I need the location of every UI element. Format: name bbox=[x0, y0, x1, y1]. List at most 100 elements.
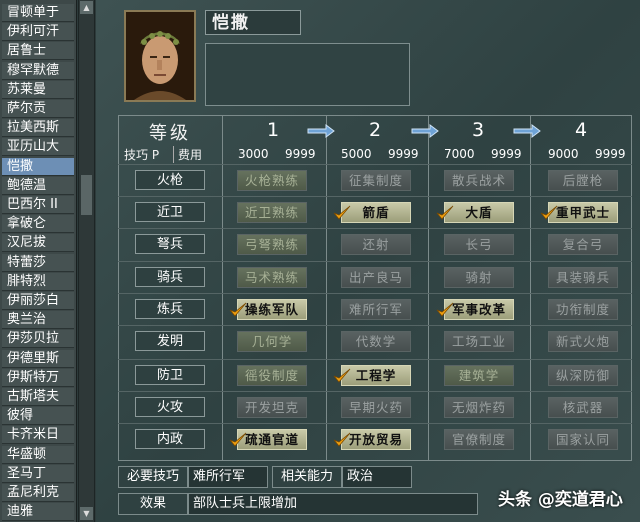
leader-list-item[interactable]: 特蕾莎 bbox=[2, 253, 74, 272]
cost-skill-4: 9000 bbox=[548, 147, 579, 161]
tech-button[interactable]: 火枪熟练 bbox=[237, 170, 307, 191]
leader-list-item[interactable]: 伊利可汗 bbox=[2, 23, 74, 42]
header-divider bbox=[118, 164, 632, 165]
row-divider bbox=[118, 293, 632, 294]
tech-button[interactable]: 难所行军 bbox=[341, 299, 411, 320]
tech-button[interactable]: 官僚制度 bbox=[444, 429, 514, 450]
row-divider bbox=[118, 196, 632, 197]
tech-button[interactable]: 核武器 bbox=[548, 397, 618, 418]
tech-button[interactable]: 几何学 bbox=[237, 331, 307, 352]
leader-list-scrollbar[interactable]: ▲ ▼ bbox=[78, 0, 95, 522]
column-divider bbox=[530, 115, 531, 461]
tech-button[interactable]: 长弓 bbox=[444, 234, 514, 255]
leader-list-item[interactable]: 汉尼拔 bbox=[2, 234, 74, 253]
leader-name: 恺撒 bbox=[205, 10, 301, 35]
leader-list-item[interactable]: 鲍德温 bbox=[2, 176, 74, 195]
row-divider bbox=[118, 261, 632, 262]
column-divider bbox=[222, 115, 223, 461]
scroll-up-arrow-icon[interactable]: ▲ bbox=[80, 1, 93, 14]
tech-button[interactable]: 重甲武士 bbox=[548, 202, 618, 223]
cost-fee-2: 9999 bbox=[388, 147, 419, 161]
leader-list-item[interactable]: 苏莱曼 bbox=[2, 80, 74, 99]
tech-button[interactable]: 出产良马 bbox=[341, 267, 411, 288]
arrow-right-icon bbox=[513, 124, 541, 138]
tech-category: 火攻 bbox=[135, 397, 205, 417]
tech-button[interactable]: 箭盾 bbox=[341, 202, 411, 223]
leader-list-item[interactable]: 古斯塔夫 bbox=[2, 388, 74, 406]
leader-list-item[interactable]: 亚历山大 bbox=[2, 138, 74, 157]
tech-button[interactable]: 国家认同 bbox=[548, 429, 618, 450]
level-2: 2 bbox=[368, 119, 382, 141]
leader-list-item[interactable]: 拿破仑 bbox=[2, 215, 74, 234]
tech-button[interactable]: 无烟炸药 bbox=[444, 397, 514, 418]
leader-list-item[interactable]: 奥兰治 bbox=[2, 311, 74, 330]
tech-button[interactable]: 疏通官道 bbox=[237, 429, 307, 450]
grade-label: 等级 bbox=[149, 123, 191, 144]
tech-category: 发明 bbox=[135, 331, 205, 351]
leader-portrait bbox=[124, 10, 196, 102]
leader-list-item[interactable]: 孟尼利克 bbox=[2, 484, 74, 502]
cost-fee-3: 9999 bbox=[491, 147, 522, 161]
tech-button[interactable]: 开放贸易 bbox=[341, 429, 411, 450]
tech-button[interactable]: 大盾 bbox=[444, 202, 514, 223]
leader-list-item[interactable]: 萨尔贡 bbox=[2, 100, 74, 118]
leader-list-item[interactable]: 伊斯特万 bbox=[2, 368, 74, 387]
related-ability-value: 政治 bbox=[342, 466, 412, 488]
tech-category: 炼兵 bbox=[135, 299, 205, 319]
tech-button[interactable]: 操练军队 bbox=[237, 299, 307, 320]
leader-list-item[interactable]: 伊莎贝拉 bbox=[2, 330, 74, 349]
cost-fee-1: 9999 bbox=[285, 147, 316, 161]
leader-list-item[interactable]: 卡齐米日 bbox=[2, 426, 74, 445]
tech-button[interactable]: 早期火药 bbox=[341, 397, 411, 418]
checkmark-icon bbox=[436, 205, 454, 220]
scrollbar-thumb[interactable] bbox=[81, 175, 92, 215]
tech-button[interactable]: 徭役制度 bbox=[237, 365, 307, 386]
row-divider bbox=[118, 359, 632, 360]
tech-button[interactable]: 军事改革 bbox=[444, 299, 514, 320]
tech-button[interactable]: 工程学 bbox=[341, 365, 411, 386]
leader-list-item[interactable]: 居鲁士 bbox=[2, 42, 74, 61]
scroll-down-arrow-icon[interactable]: ▼ bbox=[80, 507, 93, 520]
leader-list-item[interactable]: 迪雅 bbox=[2, 503, 74, 522]
cost-skill-2: 5000 bbox=[341, 147, 372, 161]
leader-list-item[interactable]: 伊丽莎白 bbox=[2, 292, 74, 310]
leader-list-item[interactable]: 恺撒 bbox=[2, 157, 74, 176]
tech-button[interactable]: 具装骑兵 bbox=[548, 267, 618, 288]
tech-button[interactable]: 功衔制度 bbox=[548, 299, 618, 320]
leader-list-item[interactable]: 伊德里斯 bbox=[2, 349, 74, 368]
leader-list-item[interactable]: 彼得 bbox=[2, 407, 74, 426]
tech-button[interactable]: 近卫熟练 bbox=[237, 202, 307, 223]
tech-button[interactable]: 散兵战术 bbox=[444, 170, 514, 191]
tech-button[interactable]: 征集制度 bbox=[341, 170, 411, 191]
tech-button[interactable]: 骑射 bbox=[444, 267, 514, 288]
leader-list-item[interactable]: 拉美西斯 bbox=[2, 119, 74, 138]
leader-list-item[interactable]: 巴西尔 II bbox=[2, 196, 74, 214]
tech-button[interactable]: 工场工业 bbox=[444, 331, 514, 352]
cost-label: 费用 bbox=[173, 146, 202, 163]
leader-list-item[interactable]: 穆罕默德 bbox=[2, 61, 74, 80]
tech-button[interactable]: 建筑学 bbox=[444, 365, 514, 386]
leader-list-item[interactable]: 冒顿单于 bbox=[2, 4, 74, 22]
effect-value: 部队士兵上限增加 bbox=[188, 493, 478, 515]
column-divider bbox=[326, 115, 327, 461]
tech-button[interactable]: 还射 bbox=[341, 234, 411, 255]
tech-button[interactable]: 开发坦克 bbox=[237, 397, 307, 418]
tech-button[interactable]: 弓弩熟练 bbox=[237, 234, 307, 255]
cost-skill-3: 7000 bbox=[444, 147, 475, 161]
tech-button[interactable]: 复合弓 bbox=[548, 234, 618, 255]
checkmark-icon bbox=[333, 368, 351, 383]
tech-button[interactable]: 代数学 bbox=[341, 331, 411, 352]
level-3: 3 bbox=[471, 119, 485, 141]
effect-label: 效果 bbox=[118, 493, 188, 515]
leader-list-item[interactable]: 腓特烈 bbox=[2, 272, 74, 291]
column-divider bbox=[428, 115, 429, 461]
tech-button[interactable]: 纵深防御 bbox=[548, 365, 618, 386]
leader-description-box bbox=[205, 43, 410, 106]
level-1: 1 bbox=[266, 119, 280, 141]
tech-button[interactable]: 后膛枪 bbox=[548, 170, 618, 191]
tech-button[interactable]: 新式火炮 bbox=[548, 331, 618, 352]
leader-list-item[interactable]: 圣马丁 bbox=[2, 464, 74, 483]
tech-button[interactable]: 马术熟练 bbox=[237, 267, 307, 288]
leader-list-item[interactable]: 华盛顿 bbox=[2, 445, 74, 464]
tech-category: 近卫 bbox=[135, 202, 205, 222]
